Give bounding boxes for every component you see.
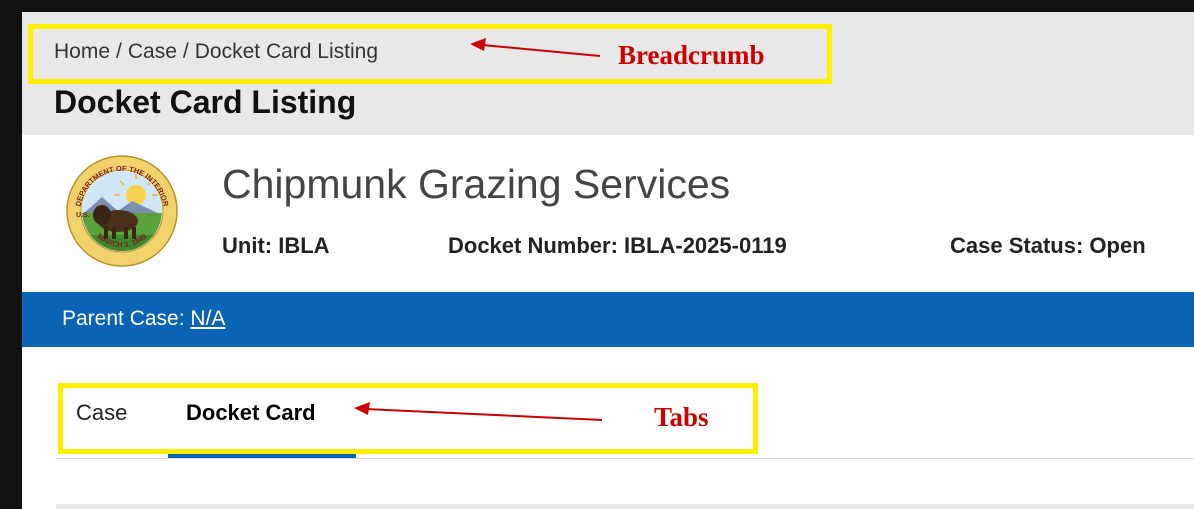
seal-left-text: U.S. (76, 212, 90, 219)
case-status-field: Case Status: Open (950, 233, 1146, 259)
docket-number-field: Docket Number: IBLA-2025-0119 (448, 233, 787, 259)
department-of-interior-seal-icon: DEPARTMENT OF THE INTERIOR U.S. MARCH 3,… (66, 155, 178, 267)
parent-case: Parent Case: N/A (62, 307, 225, 331)
docket-number-label: Docket Number: (448, 233, 618, 258)
case-name: Chipmunk Grazing Services (222, 161, 731, 207)
content-panel-top (56, 504, 1194, 509)
window-frame-left (0, 0, 22, 509)
parent-case-bar: Parent Case: N/A (22, 292, 1194, 347)
case-status-value: Open (1089, 233, 1146, 258)
unit-label: Unit: (222, 233, 273, 258)
case-status-label: Case Status: (950, 233, 1084, 258)
case-header: DEPARTMENT OF THE INTERIOR U.S. MARCH 3,… (22, 135, 1194, 291)
tabs-annotation-arrow-icon (354, 402, 603, 421)
tabs-divider (56, 458, 1194, 459)
page-title: Docket Card Listing (54, 84, 357, 120)
unit-value: IBLA (278, 233, 330, 258)
breadcrumb-annotation-label: Breadcrumb (618, 40, 765, 70)
parent-case-link[interactable]: N/A (190, 307, 225, 330)
tabs-annotation-label: Tabs (654, 402, 709, 432)
parent-case-label: Parent Case: (62, 307, 185, 330)
unit-field: Unit: IBLA (222, 233, 330, 259)
window-frame-top (0, 0, 1194, 12)
breadcrumb-annotation-arrow-icon (470, 38, 601, 57)
docket-number-value: IBLA-2025-0119 (624, 233, 787, 258)
